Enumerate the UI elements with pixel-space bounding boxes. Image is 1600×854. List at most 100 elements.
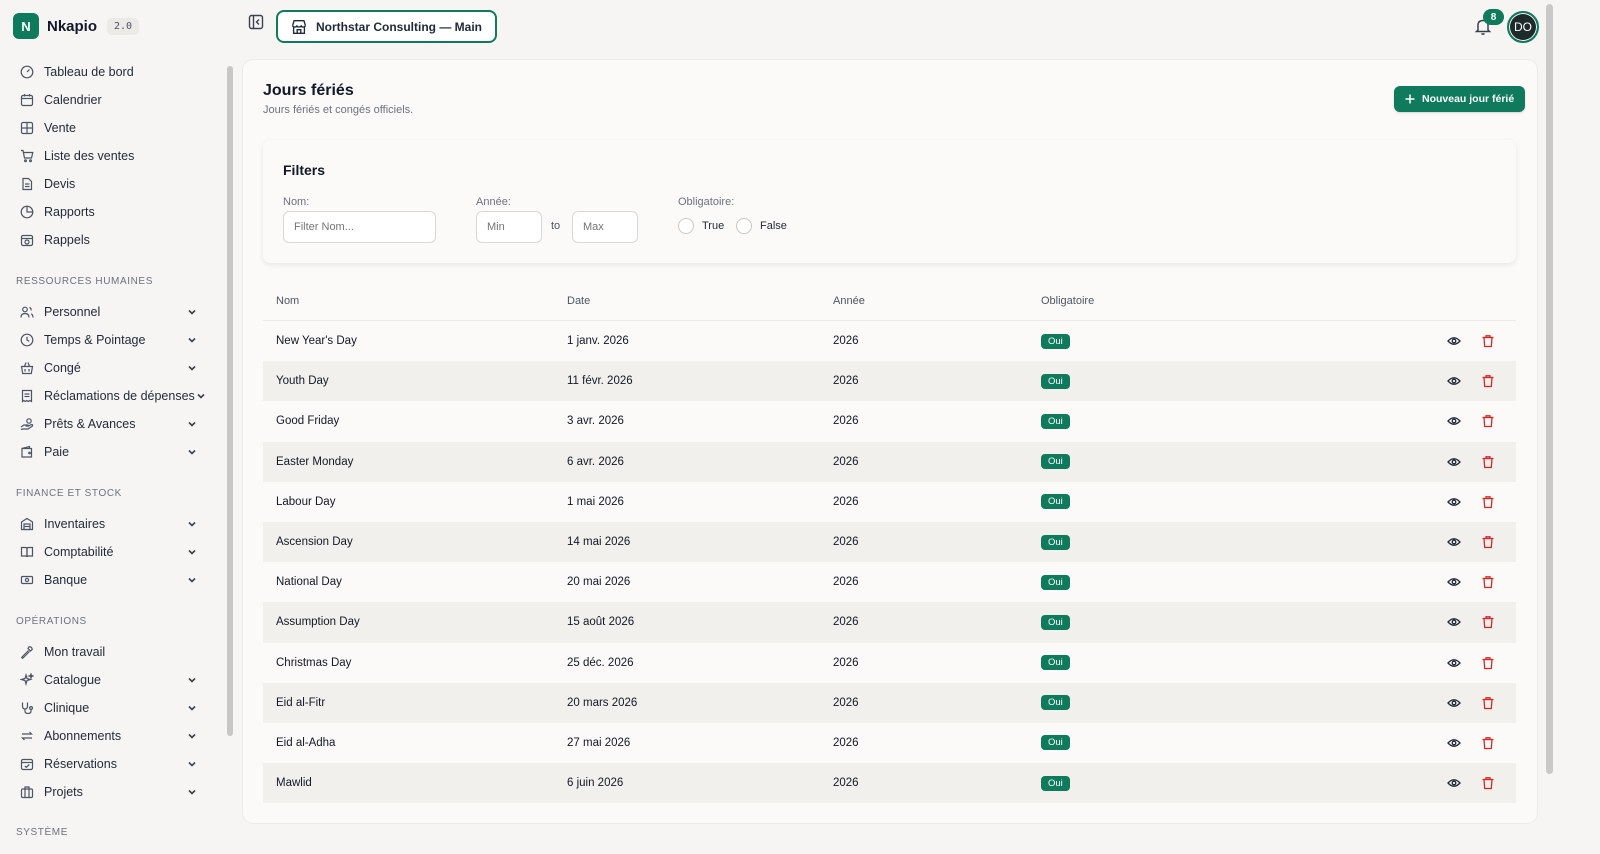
sidebar-item-paie[interactable]: Paie <box>0 438 212 466</box>
eye-icon[interactable] <box>1447 495 1461 509</box>
chevron-down-icon[interactable] <box>186 574 198 586</box>
sidebar-item-vente[interactable]: Vente <box>0 114 212 142</box>
table-row[interactable]: Labour Day 1 mai 2026 2026 Oui <box>263 482 1516 522</box>
table-row[interactable]: Eid al-Adha 27 mai 2026 2026 Oui <box>263 723 1516 763</box>
trash-icon[interactable] <box>1481 374 1495 388</box>
chevron-down-icon[interactable] <box>186 758 198 770</box>
sidebar-item-devis[interactable]: Devis <box>0 170 212 198</box>
eye-icon[interactable] <box>1447 656 1461 670</box>
trash-icon[interactable] <box>1481 615 1495 629</box>
chevron-down-icon[interactable] <box>186 362 198 374</box>
table-row[interactable]: Good Friday 3 avr. 2026 2026 Oui <box>263 401 1516 441</box>
sidebar-item-rapports[interactable]: Rapports <box>0 198 212 226</box>
chevron-down-icon[interactable] <box>186 334 198 346</box>
eye-icon[interactable] <box>1447 615 1461 629</box>
repeat-icon <box>20 729 34 743</box>
sidebar-item-clinique[interactable]: Clinique <box>0 694 212 722</box>
sidebar-item-mon-travail[interactable]: Mon travail <box>0 638 212 666</box>
table-row[interactable]: Assumption Day 15 août 2026 2026 Oui <box>263 602 1516 643</box>
sidebar-item-catalogue[interactable]: Catalogue <box>0 666 212 694</box>
sidebar-item-calendrier[interactable]: Calendrier <box>0 86 212 114</box>
table-row[interactable]: New Year's Day 1 janv. 2026 2026 Oui <box>263 321 1516 361</box>
sidebar-collapse-icon[interactable] <box>248 14 264 30</box>
column-header-annee[interactable]: Année <box>833 295 1041 307</box>
sidebar-item-reclamations[interactable]: Réclamations de dépenses <box>0 382 212 410</box>
table-row[interactable]: Youth Day 11 févr. 2026 2026 Oui <box>263 361 1516 402</box>
column-header-date[interactable]: Date <box>567 295 833 307</box>
chevron-down-icon[interactable] <box>186 702 198 714</box>
chevron-down-icon[interactable] <box>186 786 198 798</box>
column-header-obligatoire[interactable]: Obligatoire <box>1041 295 1411 307</box>
chevron-down-icon[interactable] <box>186 306 198 318</box>
chevron-down-icon[interactable] <box>186 418 198 430</box>
sidebar-item-banque[interactable]: Banque <box>0 566 212 594</box>
trash-icon[interactable] <box>1481 736 1495 750</box>
trash-icon[interactable] <box>1481 414 1495 428</box>
table-row[interactable]: National Day 20 mai 2026 2026 Oui <box>263 562 1516 602</box>
sidebar-item-rappels[interactable]: Rappels <box>0 226 212 254</box>
eye-icon[interactable] <box>1447 374 1461 388</box>
sidebar-item-reservations[interactable]: Réservations <box>0 750 212 778</box>
trash-icon[interactable] <box>1481 575 1495 589</box>
basket-icon <box>20 361 34 375</box>
table-row[interactable]: Ascension Day 14 mai 2026 2026 Oui <box>263 521 1516 563</box>
sidebar-item-prets-avances[interactable]: Prêts & Avances <box>0 410 212 438</box>
trash-icon[interactable] <box>1481 535 1495 549</box>
table-row[interactable]: Easter Monday 6 avr. 2026 2026 Oui <box>263 441 1516 482</box>
eye-icon[interactable] <box>1447 455 1461 469</box>
cell-obligatoire: Oui <box>1041 695 1411 711</box>
trash-icon[interactable] <box>1481 495 1495 509</box>
sidebar-item-conge[interactable]: Congé <box>0 354 212 382</box>
chevron-down-icon[interactable] <box>195 390 207 402</box>
main-scrollbar[interactable] <box>1546 4 1553 774</box>
sidebar-scrollbar[interactable] <box>227 66 233 736</box>
radio-false-label: False <box>760 220 787 232</box>
sidebar-item-temps-pointage[interactable]: Temps & Pointage <box>0 326 212 354</box>
org-selector[interactable]: Northstar Consulting — Main <box>276 10 497 43</box>
sidebar-item-tableau-de-bord[interactable]: Tableau de bord <box>0 58 212 86</box>
eye-icon[interactable] <box>1447 334 1461 348</box>
sidebar-item-projets[interactable]: Projets <box>0 778 212 806</box>
avatar[interactable]: DO <box>1507 11 1539 43</box>
chevron-down-icon[interactable] <box>186 674 198 686</box>
obligatoire-true-radio[interactable]: True <box>678 218 724 234</box>
trash-icon[interactable] <box>1481 455 1495 469</box>
eye-icon[interactable] <box>1447 575 1461 589</box>
chevron-down-icon[interactable] <box>186 730 198 742</box>
sidebar-item-liste-des-ventes[interactable]: Liste des ventes <box>0 142 212 170</box>
table-row[interactable]: Christmas Day 25 déc. 2026 2026 Oui <box>263 643 1516 683</box>
eye-icon[interactable] <box>1447 414 1461 428</box>
sparkles-icon <box>20 673 34 687</box>
table-row[interactable]: Mawlid 6 juin 2026 2026 Oui <box>263 763 1516 804</box>
cell-date: 15 août 2026 <box>567 616 635 629</box>
range-to-label: to <box>551 220 561 232</box>
nom-filter-input[interactable] <box>283 211 436 243</box>
cell-obligatoire: Oui <box>1041 655 1411 671</box>
column-header-nom[interactable]: Nom <box>263 295 567 307</box>
radio-circle <box>678 218 694 234</box>
row-actions <box>1411 776 1516 790</box>
sidebar-item-comptabilite[interactable]: Comptabilité <box>0 538 212 566</box>
eye-icon[interactable] <box>1447 776 1461 790</box>
eye-icon[interactable] <box>1447 535 1461 549</box>
annee-min-input[interactable] <box>476 211 542 243</box>
trash-icon[interactable] <box>1481 776 1495 790</box>
new-holiday-button[interactable]: Nouveau jour férié <box>1394 86 1526 112</box>
eye-icon[interactable] <box>1447 696 1461 710</box>
chevron-down-icon[interactable] <box>186 546 198 558</box>
sidebar-item-inventaires[interactable]: Inventaires <box>0 510 212 538</box>
sidebar-item-personnel[interactable]: Personnel <box>0 298 212 326</box>
obligatoire-false-radio[interactable]: False <box>736 218 787 234</box>
eye-icon[interactable] <box>1447 736 1461 750</box>
sidebar-item-abonnements[interactable]: Abonnements <box>0 722 212 750</box>
radio-circle <box>736 218 752 234</box>
brand[interactable]: N Nkapio 2.0 <box>13 13 140 39</box>
table-row[interactable]: Eid al-Fitr 20 mars 2026 2026 Oui <box>263 682 1516 723</box>
chevron-down-icon[interactable] <box>186 518 198 530</box>
annee-max-input[interactable] <box>572 211 638 243</box>
chevron-down-icon[interactable] <box>186 446 198 458</box>
trash-icon[interactable] <box>1481 656 1495 670</box>
trash-icon[interactable] <box>1481 334 1495 348</box>
row-actions <box>1411 575 1516 589</box>
trash-icon[interactable] <box>1481 696 1495 710</box>
